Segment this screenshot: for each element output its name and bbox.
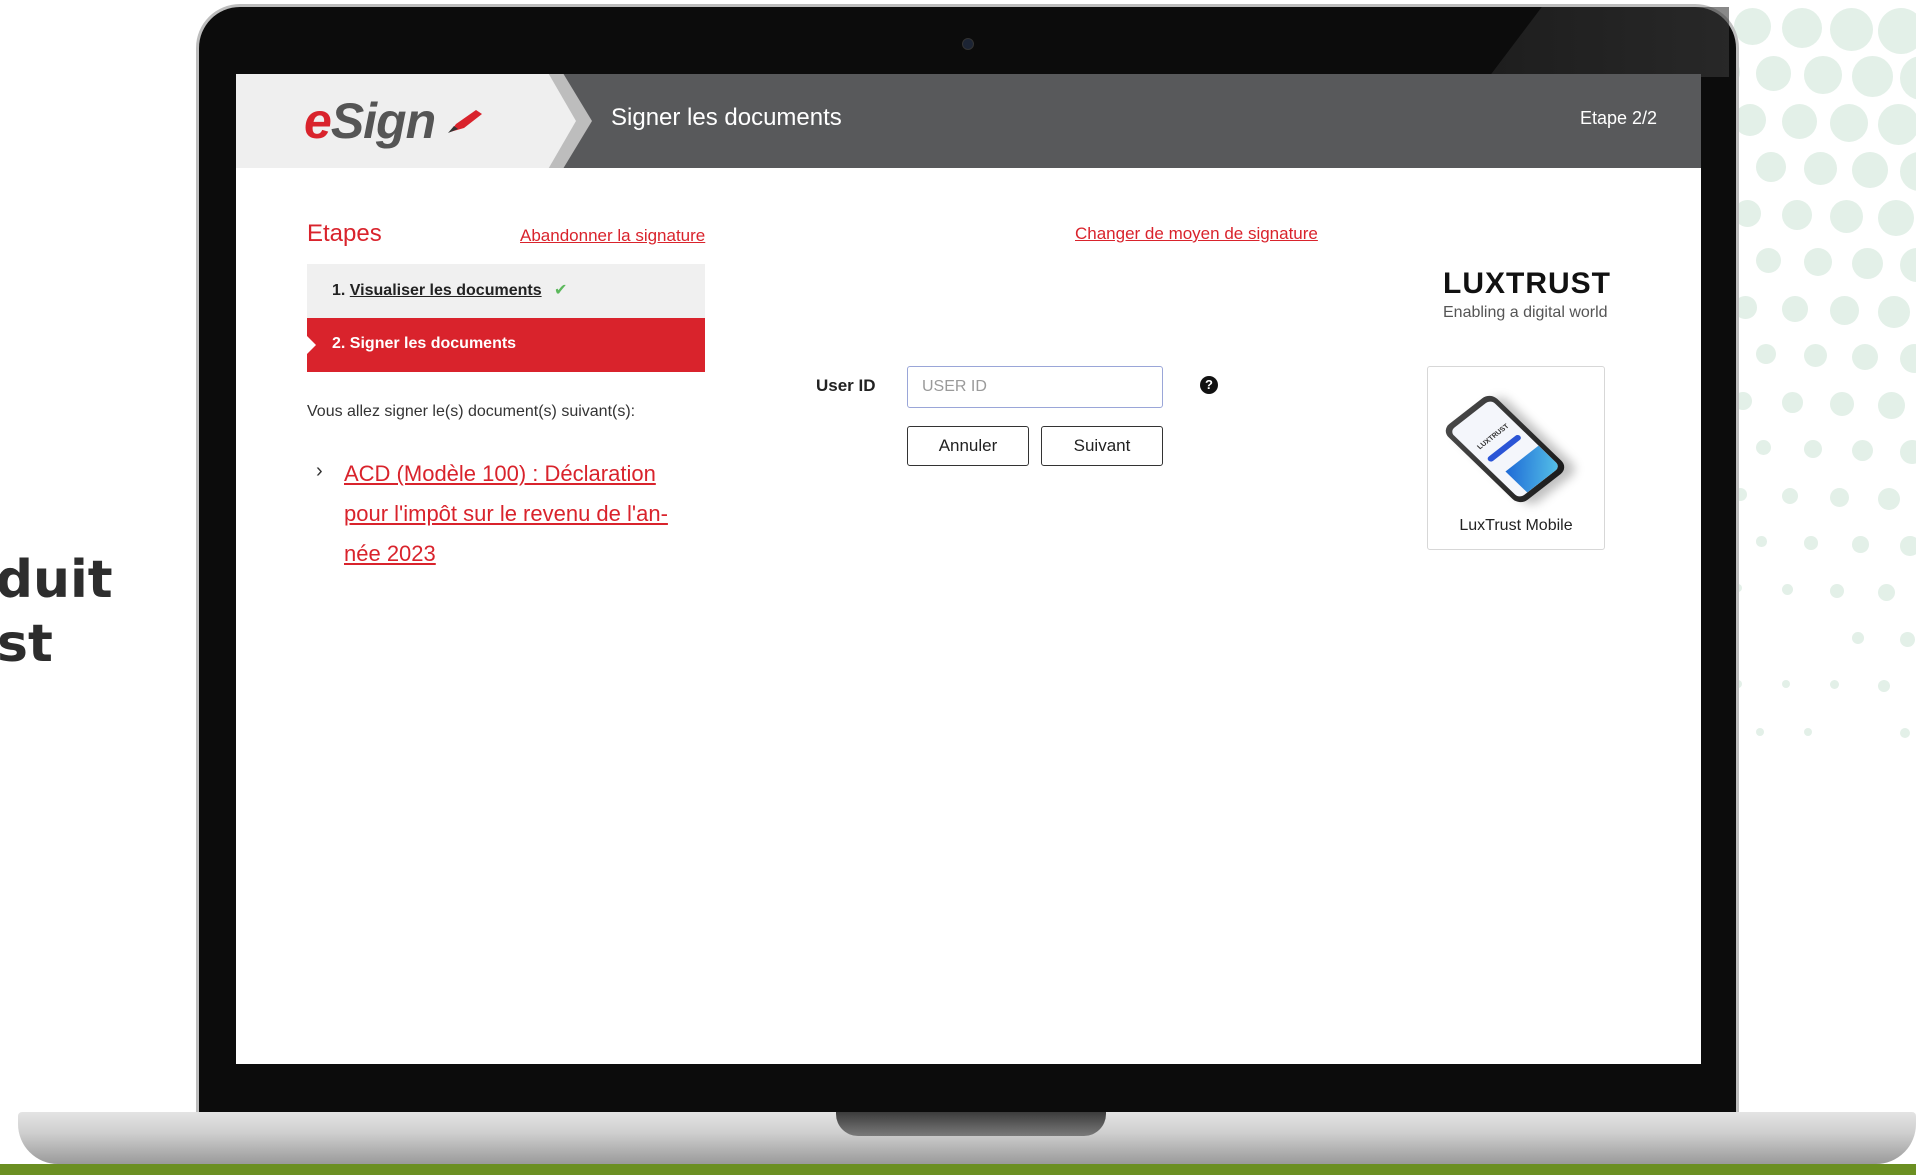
decorative-dot xyxy=(1756,152,1786,182)
decorative-dot xyxy=(1852,344,1878,370)
decorative-dot xyxy=(1878,680,1890,692)
decorative-dot xyxy=(1878,104,1916,145)
step-label: Signer les documents xyxy=(350,335,516,352)
steps-title: Etapes xyxy=(307,220,382,248)
decorative-dot xyxy=(1878,296,1910,328)
step-indicator: Etape 2/2 xyxy=(1580,108,1657,129)
decorative-dot xyxy=(1782,296,1808,322)
decorative-dot xyxy=(1900,728,1910,738)
decorative-dot xyxy=(1900,440,1916,464)
phone-screen-wave xyxy=(1505,446,1560,493)
decorative-dot xyxy=(1782,488,1798,504)
decorative-dot xyxy=(1782,8,1822,48)
decorative-dot xyxy=(1804,440,1822,458)
esign-logo-text: Sign xyxy=(331,93,435,149)
page-title: Signer les documents xyxy=(611,104,842,132)
decorative-dot xyxy=(1852,536,1869,553)
decorative-dot xyxy=(1804,248,1832,276)
esign-logo: eSign xyxy=(304,92,435,150)
decorative-dot xyxy=(1900,344,1916,373)
decorative-dot xyxy=(1804,56,1842,94)
decorative-dot xyxy=(1852,248,1883,279)
cancel-button[interactable]: Annuler xyxy=(907,426,1029,466)
decorative-dot xyxy=(1756,344,1776,364)
decorative-dot xyxy=(1900,632,1915,647)
decorative-dot xyxy=(1830,200,1863,233)
step-item-view-documents: 1. Visualiser les documents ✔ xyxy=(307,264,705,318)
decorative-dot xyxy=(1782,680,1790,688)
decorative-dot xyxy=(1852,152,1888,188)
decorative-dot xyxy=(1852,440,1873,461)
decorative-dot xyxy=(1852,56,1893,97)
decorative-dot xyxy=(1830,488,1849,507)
decorative-dot xyxy=(1804,152,1837,185)
luxtrust-logo: LUXTRUST xyxy=(1443,267,1611,301)
decorative-dot xyxy=(1900,248,1916,282)
decorative-dot xyxy=(1756,728,1764,736)
app-screen: eSign Signer les documents Etape 2/2 Eta… xyxy=(236,74,1701,1064)
background-heading-line-1: oduit xyxy=(0,548,113,612)
decorative-dot xyxy=(1878,200,1914,236)
abandon-signature-link[interactable]: Abandonner la signature xyxy=(520,226,705,246)
camera-icon xyxy=(962,38,974,50)
step-number: 1. xyxy=(332,282,345,299)
decorative-dot xyxy=(1756,536,1767,547)
decorative-dot xyxy=(1852,632,1864,644)
decorative-dot xyxy=(1756,248,1781,273)
decorative-dot xyxy=(1830,8,1873,51)
decorative-dot xyxy=(1830,296,1859,325)
decorative-dot xyxy=(1878,488,1900,510)
documents-intro-text: Vous allez signer le(s) document(s) suiv… xyxy=(307,403,635,421)
bottom-accent-strip xyxy=(0,1164,1916,1175)
document-link[interactable]: ACD (Modèle 100) : Déclaration pour l'im… xyxy=(344,454,694,574)
decorative-dot xyxy=(1782,584,1793,595)
decorative-dot xyxy=(1900,152,1916,191)
phone-screen: LUXTRUST xyxy=(1450,399,1561,498)
luxtrust-mobile-label: LuxTrust Mobile xyxy=(1428,517,1604,535)
lid-glare xyxy=(1489,7,1729,77)
background-heading: oduit ust xyxy=(0,548,113,676)
user-id-label: User ID xyxy=(816,376,876,396)
checkmark-icon: ✔ xyxy=(554,282,567,299)
decorative-dot xyxy=(1756,56,1791,91)
decorative-dot xyxy=(1830,584,1844,598)
decorative-dot xyxy=(1830,392,1854,416)
decorative-dot xyxy=(1804,536,1818,550)
luxtrust-mobile-option[interactable]: LUXTRUST LuxTrust Mobile xyxy=(1427,366,1605,550)
decorative-dot xyxy=(1804,728,1812,736)
active-step-arrow-icon xyxy=(307,336,316,354)
decorative-dot xyxy=(1830,104,1868,142)
user-id-input[interactable] xyxy=(907,366,1163,408)
decorative-dot xyxy=(1782,392,1803,413)
step-number: 2. xyxy=(332,335,345,352)
decorative-dot xyxy=(1878,392,1905,419)
decorative-dot xyxy=(1734,8,1771,45)
decorative-dot xyxy=(1878,8,1916,54)
change-signature-method-link[interactable]: Changer de moyen de signature xyxy=(1075,224,1318,244)
decorative-dot xyxy=(1782,104,1817,139)
esign-logo-e: e xyxy=(304,93,331,149)
laptop-notch xyxy=(836,1112,1106,1136)
next-button[interactable]: Suivant xyxy=(1041,426,1163,466)
background-heading-line-2: ust xyxy=(0,612,113,676)
decorative-dot xyxy=(1804,344,1827,367)
step-item-sign-documents: 2. Signer les documents xyxy=(307,318,705,372)
help-icon[interactable]: ? xyxy=(1200,376,1218,394)
decorative-dot xyxy=(1756,440,1771,455)
decorative-dot xyxy=(1830,680,1839,689)
luxtrust-tagline: Enabling a digital world xyxy=(1443,304,1608,322)
view-documents-link[interactable]: Visualiser les documents xyxy=(350,282,542,299)
decorative-dot xyxy=(1900,536,1916,556)
decorative-dot xyxy=(1782,200,1812,230)
decorative-dot xyxy=(1900,56,1916,100)
decorative-dot xyxy=(1878,584,1895,601)
smartphone-icon: LUXTRUST xyxy=(1441,392,1568,506)
chevron-right-icon: › xyxy=(316,460,323,483)
pen-icon xyxy=(446,108,486,134)
